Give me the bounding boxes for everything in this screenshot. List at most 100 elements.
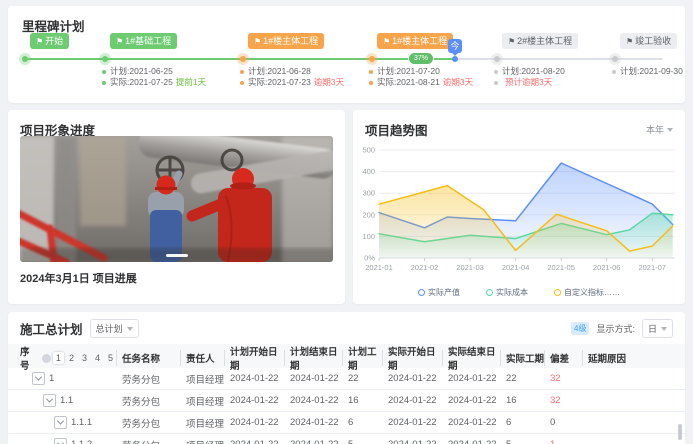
level-button-4[interactable]: 4 <box>92 352 103 364</box>
cell-actual_start: 2024-01-22 <box>382 395 442 406</box>
milestone-card: 里程碑计划 ⚑开始⚑1#基础工程计划: 2021-06-25实际: 2021-0… <box>8 6 685 103</box>
level-button-1[interactable]: 1 <box>53 352 64 364</box>
trend-filter-select[interactable]: 本年 <box>646 123 673 136</box>
collapse-all-icon[interactable] <box>42 354 51 363</box>
milestone-date-line: 实际: 2021-07-23逾期3天 <box>240 78 344 87</box>
trend-card: 项目趋势图 本年 0%1002003004005002021-012021-02… <box>353 110 685 304</box>
level-button-5[interactable]: 5 <box>105 352 116 364</box>
column-header-label: 序号 <box>20 344 36 372</box>
milestone-flag: ⚑1#楼主体工程 <box>248 33 324 49</box>
date-prefix: 实际: <box>377 78 396 87</box>
plan-type-select[interactable]: 总计划 <box>90 319 139 338</box>
svg-text:400: 400 <box>362 167 375 176</box>
plan-type-value: 总计划 <box>96 322 123 335</box>
milestone-dot <box>494 56 500 62</box>
legend-item[interactable]: 实际成本 <box>486 287 528 298</box>
legend-item[interactable]: 实际产值 <box>418 287 460 298</box>
cell-plan_end: 2024-01-22 <box>284 439 342 444</box>
plan-card-header: 施工总计划 总计划 4级 显示方式: 日 <box>8 312 685 344</box>
timeline-remaining-line <box>455 58 663 60</box>
cell-deviation: 32 <box>544 395 582 406</box>
carousel-indicator[interactable] <box>166 254 188 257</box>
legend-marker <box>418 289 425 296</box>
column-header-label: 计划开始日期 <box>230 344 284 372</box>
table-header-row: 序号12345任务名称责任人计划开始日期计划结束日期计划工期实际开始日期实际结束… <box>8 344 685 368</box>
status-tag: 预计逾期3天 <box>505 78 552 87</box>
svg-text:2021-02: 2021-02 <box>411 263 439 272</box>
seq-cell: 1.1.2 <box>20 438 116 444</box>
milestone-dates: 计划: 2021-07-20 实际: 2021-08-21逾期3天 <box>369 67 473 89</box>
milestone-dot <box>612 56 618 62</box>
project-photo <box>20 136 333 262</box>
chevron-down-icon <box>35 374 42 381</box>
milestone-date-line: 计划: 2021-06-25 <box>102 67 206 76</box>
chevron-down-icon <box>667 128 673 132</box>
table-scrollbar-thumb[interactable] <box>678 424 682 440</box>
cell-plan_days: 22 <box>342 373 382 384</box>
milestone-flag: ⚑1#基础工程 <box>110 33 177 49</box>
milestone-flag: ⚑竣工验收 <box>620 33 677 49</box>
svg-text:2021-01: 2021-01 <box>365 263 393 272</box>
milestone-label: 2#楼主体工程 <box>517 36 572 46</box>
milestone-date-line: 实际: 2021-08-21逾期3天 <box>369 78 473 87</box>
svg-text:2021-03: 2021-03 <box>456 263 484 272</box>
cell-task: 劳务分包 <box>116 394 180 408</box>
status-tag: 提前1天 <box>176 78 206 87</box>
milestone-dot <box>102 56 108 62</box>
cell-plan_days: 6 <box>342 417 382 428</box>
bullet-icon <box>240 81 244 85</box>
svg-text:2021-07: 2021-07 <box>638 263 666 272</box>
bullet-icon <box>494 70 498 74</box>
legend-label: 实际成本 <box>496 287 528 298</box>
level-button-2[interactable]: 2 <box>66 352 77 364</box>
column-header-8: 实际工期 <box>500 344 544 372</box>
milestone-date-line: 计划: 2021-07-20 <box>369 67 473 76</box>
expand-icon[interactable] <box>43 394 56 407</box>
seq-cell: 1.1 <box>20 394 116 407</box>
date-value: 2021-06-25 <box>129 67 172 76</box>
cell-task: 劳务分包 <box>116 416 180 430</box>
display-mode-value: 日 <box>648 322 657 335</box>
table-row: 1.1.1劳务分包项目经理22024-01-222024-01-2262024-… <box>8 412 685 434</box>
legend-item[interactable]: 自定义指标…… <box>554 287 620 298</box>
date-value: 2021-07-23 <box>267 78 310 87</box>
cell-plan_start: 2024-01-22 <box>224 439 284 444</box>
status-tag: 逾期3天 <box>314 78 344 87</box>
expand-icon[interactable] <box>54 438 67 444</box>
date-prefix: 计划: <box>620 67 639 76</box>
chart-legend: 实际产值 实际成本 自定义指标…… <box>353 287 685 298</box>
chevron-down-icon <box>57 418 64 425</box>
seq-cell: 1.1.1 <box>20 416 116 429</box>
today-dot <box>452 56 458 62</box>
cell-actual_days: 16 <box>500 395 544 406</box>
level-button-3[interactable]: 3 <box>79 352 90 364</box>
bullet-icon <box>369 70 373 74</box>
trend-chart-svg: 0%1002003004005002021-012021-022021-0320… <box>355 136 683 278</box>
display-mode-label: 显示方式: <box>596 322 635 335</box>
date-prefix: 计划: <box>110 67 129 76</box>
column-header-label: 延期原因 <box>588 351 626 365</box>
chevron-down-icon <box>57 440 64 444</box>
column-header-label: 偏差 <box>550 351 569 365</box>
bullet-icon <box>494 81 498 85</box>
milestone-dot <box>22 56 28 62</box>
svg-text:200: 200 <box>362 210 375 219</box>
column-header-label: 实际结束日期 <box>448 344 500 372</box>
svg-text:500: 500 <box>362 146 375 155</box>
column-header-3: 计划开始日期 <box>224 344 284 372</box>
milestone-date-line: 计划: 2021-08-20 <box>494 67 565 76</box>
status-tag: 逾期3天 <box>443 78 473 87</box>
column-header-4: 计划结束日期 <box>284 344 342 372</box>
legend-marker <box>554 289 561 296</box>
milestone-label: 竣工验收 <box>635 36 671 46</box>
column-header-label: 实际工期 <box>506 351 544 365</box>
expand-icon[interactable] <box>32 372 45 385</box>
date-prefix: 计划: <box>377 67 396 76</box>
milestone-date-line: 计划: 2021-09-30 <box>612 67 683 76</box>
seq-cell: 1 <box>20 372 116 385</box>
today-marker: 今 <box>448 39 462 53</box>
expand-icon[interactable] <box>54 416 67 429</box>
display-mode-select[interactable]: 日 <box>642 319 673 338</box>
photo-card: 项目形象进度 <box>8 110 345 304</box>
date-value: 2021-06-28 <box>267 67 310 76</box>
